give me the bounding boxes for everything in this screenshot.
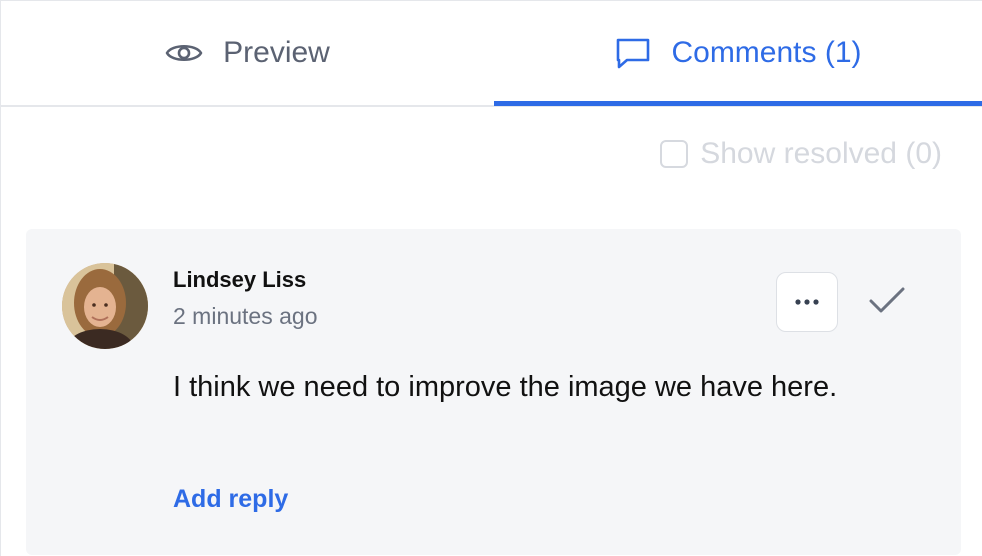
more-horizontal-icon: [794, 293, 820, 311]
tab-comments-label: Comments (1): [671, 36, 862, 69]
avatar: [62, 263, 148, 349]
show-resolved-toggle[interactable]: Show resolved (0): [660, 137, 942, 171]
add-reply-link[interactable]: Add reply: [173, 485, 288, 514]
tab-preview[interactable]: Preview: [1, 1, 494, 105]
tab-preview-label: Preview: [223, 36, 330, 69]
eye-icon: [165, 40, 203, 66]
comment-timestamp: 2 minutes ago: [173, 303, 318, 329]
speech-bubble-icon: [615, 36, 651, 70]
show-resolved-checkbox[interactable]: [660, 140, 689, 168]
show-resolved-label: Show resolved (0): [700, 137, 942, 170]
comment-body: I think we need to improve the image we …: [173, 371, 838, 403]
comments-panel: Preview Comments (1) Show resolved (0) L…: [0, 0, 982, 556]
tab-comments[interactable]: Comments (1): [494, 1, 982, 105]
more-options-button[interactable]: [776, 272, 838, 332]
comment-author: Lindsey Liss: [173, 267, 307, 292]
comment-card: Lindsey Liss 2 minutes ago I think we ne…: [26, 229, 961, 555]
active-tab-indicator: [494, 101, 982, 106]
resolve-button[interactable]: [864, 281, 910, 323]
checkmark-icon: [867, 285, 907, 320]
tab-bar: Preview Comments (1): [1, 1, 982, 107]
